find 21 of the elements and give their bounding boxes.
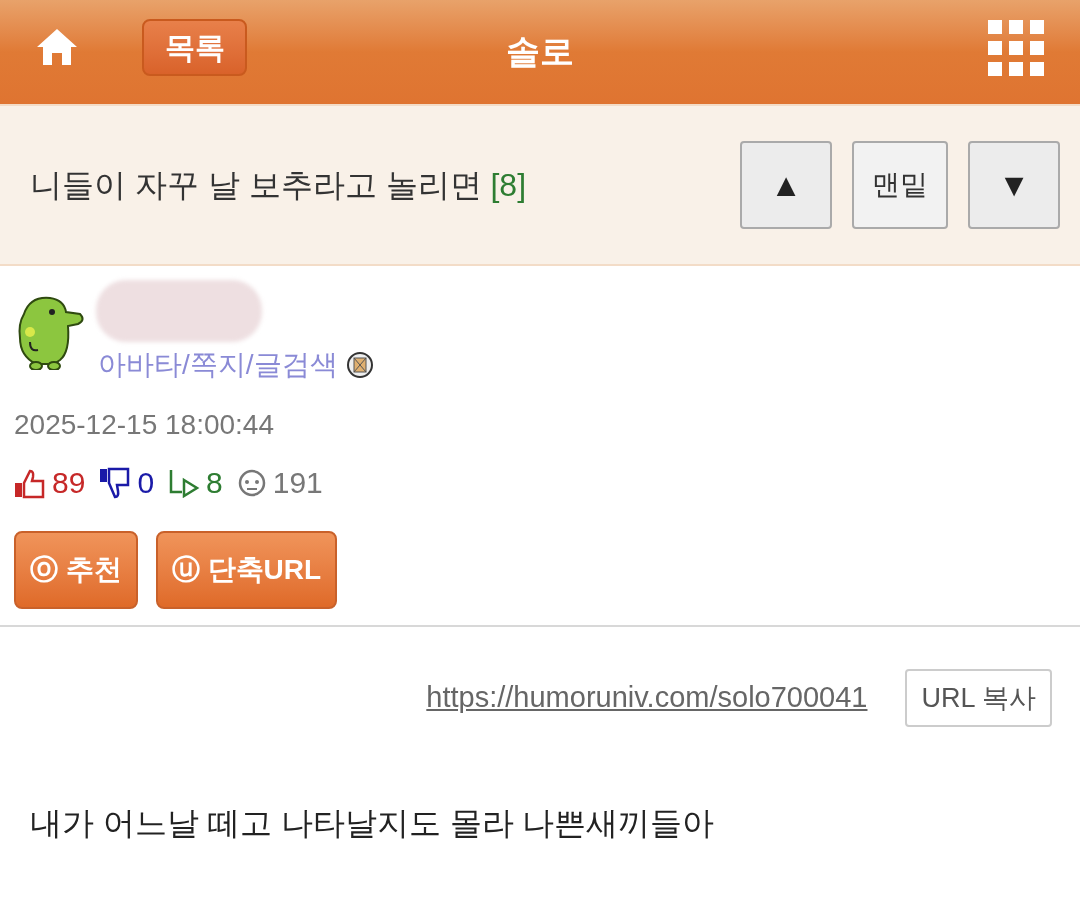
post-body: 내가 어느날 떼고 나타날지도 몰라 나쁜새끼들아 [29, 804, 716, 843]
url-copy-button[interactable]: URL 복사 [905, 669, 1052, 727]
stat-count: 8 [206, 465, 223, 501]
scroll-up-button[interactable]: ▲ [740, 141, 832, 229]
post-date: 2025-12-15 18:00:44 [14, 408, 275, 442]
post-title: 니들이 자꾸 날 보추라고 놀리면 [8] [30, 166, 528, 205]
post-url-link[interactable]: https://humoruniv.com/solo700041 [426, 676, 868, 720]
list-button[interactable]: 목록 [142, 19, 247, 76]
author-links[interactable]: 아바타/쪽지/글검색 [98, 344, 338, 386]
envelope-icon[interactable] [345, 351, 374, 379]
stat-count: 0 [137, 465, 155, 501]
grid-menu-icon[interactable] [988, 20, 1044, 76]
stat-count: 89 [52, 465, 86, 501]
face-icon [236, 467, 267, 498]
reply-arrow-icon [168, 467, 201, 498]
thumbs-down-icon [99, 466, 132, 499]
home-icon[interactable] [36, 27, 78, 67]
bottom-button[interactable]: 맨밑 [852, 141, 948, 229]
stat-count: 191 [272, 465, 323, 501]
board-title: 솔로 [506, 31, 574, 72]
scroll-down-button[interactable]: ▼ [968, 141, 1060, 229]
